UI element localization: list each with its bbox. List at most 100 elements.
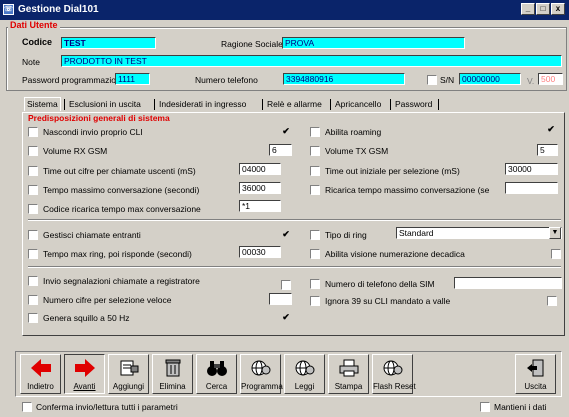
gestisci-entranti-checkbox[interactable] bbox=[28, 230, 38, 240]
tab-rele-allarme[interactable]: Relè e allarme bbox=[267, 98, 322, 111]
sn-label: S/N bbox=[440, 75, 455, 85]
abilita-visione-state[interactable] bbox=[551, 249, 561, 259]
volume-rx-checkbox[interactable] bbox=[28, 146, 38, 156]
abilita-visione-label: Abilita visione numerazione decadica bbox=[325, 249, 465, 259]
uscita-label: Uscita bbox=[524, 382, 547, 391]
volume-rx-label: Volume RX GSM bbox=[43, 146, 108, 156]
volume-rx-field[interactable]: 6 bbox=[269, 144, 292, 156]
numero-sim-checkbox[interactable] bbox=[310, 279, 320, 289]
numero-cifre-field[interactable] bbox=[269, 293, 292, 305]
tab-apricancello[interactable]: Apricancello bbox=[335, 98, 381, 111]
avanti-button[interactable]: Avanti bbox=[64, 354, 105, 394]
ignora-39-state[interactable] bbox=[547, 296, 557, 306]
volume-tx-field[interactable]: 5 bbox=[537, 144, 558, 156]
note-label: Note bbox=[22, 57, 40, 67]
gestisci-entranti-state[interactable]: ✔ bbox=[281, 230, 291, 240]
ricarica-tempo-field[interactable] bbox=[505, 182, 558, 194]
app-icon: ☏ bbox=[3, 4, 14, 15]
nascondi-cli-checkbox[interactable] bbox=[28, 127, 38, 137]
numero-cifre-label: Numero cifre per selezione veloce bbox=[43, 295, 172, 305]
mantieni-label: Mantieni i dati bbox=[494, 402, 547, 412]
codice-label: Codice bbox=[22, 37, 53, 47]
ragione-sociale-field[interactable]: PROVA bbox=[282, 37, 465, 49]
divider bbox=[28, 266, 561, 268]
tab-separator bbox=[438, 99, 439, 110]
timeout-iniziale-checkbox[interactable] bbox=[310, 166, 320, 176]
ignora-39-checkbox[interactable] bbox=[310, 296, 320, 306]
note-field[interactable]: PRODOTTO IN TEST bbox=[61, 55, 562, 67]
add-record-icon bbox=[120, 360, 139, 376]
programma-button[interactable]: Programma bbox=[240, 354, 283, 394]
timeout-uscenti-label: Time out cifre per chiamate uscenti (mS) bbox=[43, 166, 196, 176]
leggi-button[interactable]: Leggi bbox=[284, 354, 325, 394]
indietro-button[interactable]: Indietro bbox=[20, 354, 61, 394]
conferma-label: Conferma invio/lettura tutti i parametri bbox=[36, 402, 178, 412]
aggiungi-button[interactable]: Aggiungi bbox=[108, 354, 149, 394]
abilita-roaming-checkbox[interactable] bbox=[310, 127, 320, 137]
codice-field[interactable]: TEST bbox=[61, 37, 156, 49]
tab-separator bbox=[64, 99, 65, 110]
aggiungi-label: Aggiungi bbox=[112, 382, 145, 391]
binoculars-icon bbox=[207, 361, 227, 376]
timeout-uscenti-checkbox[interactable] bbox=[28, 166, 38, 176]
genera-squillo-label: Genera squillo a 50 Hz bbox=[43, 313, 130, 323]
chevron-down-icon[interactable]: ▼ bbox=[549, 227, 561, 239]
abilita-visione-checkbox[interactable] bbox=[310, 249, 320, 259]
tipo-ring-checkbox[interactable] bbox=[310, 230, 320, 240]
tab-sistema[interactable]: Sistema bbox=[24, 97, 61, 111]
timeout-uscenti-field[interactable]: 04000 bbox=[239, 163, 281, 175]
numero-cifre-checkbox[interactable] bbox=[28, 295, 38, 305]
tempo-conversazione-checkbox[interactable] bbox=[28, 185, 38, 195]
globe-network-icon bbox=[295, 360, 315, 376]
numero-sim-field[interactable] bbox=[454, 277, 562, 289]
invio-segnalazioni-state[interactable] bbox=[281, 280, 291, 290]
uscita-button[interactable]: Uscita bbox=[515, 354, 556, 394]
trash-icon bbox=[165, 359, 181, 377]
ricarica-tempo-label: Ricarica tempo massimo conversazione (se bbox=[325, 185, 490, 195]
tempo-ring-field[interactable]: 00030 bbox=[239, 246, 281, 258]
tab-separator bbox=[262, 99, 263, 110]
password-field[interactable]: 1111 bbox=[115, 73, 150, 85]
tab-indesiderati-ingresso[interactable]: Indesiderati in ingresso bbox=[159, 98, 246, 111]
invio-segnalazioni-checkbox[interactable] bbox=[28, 276, 38, 286]
flash-reset-button[interactable]: Flash Reset bbox=[372, 354, 416, 394]
tab-separator bbox=[390, 99, 391, 110]
codice-ricarica-field[interactable]: *1 bbox=[239, 200, 281, 212]
timeout-iniziale-field[interactable]: 30000 bbox=[505, 163, 558, 175]
volume-tx-checkbox[interactable] bbox=[310, 146, 320, 156]
sn-checkbox[interactable] bbox=[427, 75, 437, 85]
abilita-roaming-state[interactable]: ✔ bbox=[546, 125, 556, 135]
genera-squillo-state[interactable]: ✔ bbox=[281, 313, 291, 323]
sn-field[interactable]: 00000000 bbox=[459, 73, 521, 85]
nascondi-cli-state[interactable]: ✔ bbox=[281, 127, 291, 137]
close-button[interactable]: x bbox=[551, 3, 565, 15]
indietro-label: Indietro bbox=[27, 382, 54, 391]
tempo-ring-checkbox[interactable] bbox=[28, 249, 38, 259]
divider bbox=[28, 219, 561, 221]
genera-squillo-checkbox[interactable] bbox=[28, 313, 38, 323]
conferma-checkbox[interactable] bbox=[22, 402, 32, 412]
cerca-button[interactable]: Cerca bbox=[196, 354, 237, 394]
stampa-button[interactable]: Stampa bbox=[328, 354, 369, 394]
tab-esclusioni-uscita[interactable]: Esclusioni in uscita bbox=[69, 98, 141, 111]
nascondi-cli-label: Nascondi invio proprio CLI bbox=[43, 127, 143, 137]
codice-ricarica-label: Codice ricarica tempo max conversazione bbox=[43, 204, 201, 214]
minimize-button[interactable]: _ bbox=[521, 3, 535, 15]
globe-network-icon bbox=[251, 360, 271, 376]
tempo-ring-label: Tempo max ring, poi risponde (secondi) bbox=[43, 249, 192, 259]
mantieni-checkbox[interactable] bbox=[480, 402, 490, 412]
tab-password[interactable]: Password bbox=[395, 98, 432, 111]
tempo-conversazione-field[interactable]: 36000 bbox=[239, 182, 281, 194]
gestisci-entranti-label: Gestisci chiamate entranti bbox=[43, 230, 141, 240]
tipo-ring-select[interactable]: Standard bbox=[396, 227, 562, 239]
maximize-button[interactable]: □ bbox=[536, 3, 550, 15]
telefono-field[interactable]: 3394880916 bbox=[283, 73, 405, 85]
programma-label: Programma bbox=[241, 382, 283, 391]
ricarica-tempo-checkbox[interactable] bbox=[310, 185, 320, 195]
v-label: V. bbox=[527, 76, 535, 86]
codice-ricarica-checkbox[interactable] bbox=[28, 204, 38, 214]
timeout-iniziale-label: Time out iniziale per selezione (mS) bbox=[325, 166, 460, 176]
printer-icon bbox=[339, 359, 359, 377]
elimina-button[interactable]: Elimina bbox=[152, 354, 193, 394]
avanti-label: Avanti bbox=[73, 382, 96, 391]
